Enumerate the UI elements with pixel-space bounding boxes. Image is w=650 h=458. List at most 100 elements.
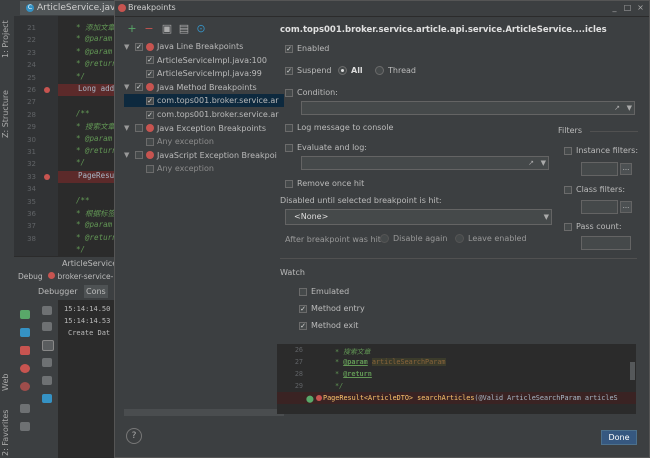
mute-breakpoints-icon[interactable] [20, 382, 30, 391]
tree-horizontal-scrollbar[interactable] [124, 409, 284, 416]
log-message-checkbox[interactable]: Log message to console [285, 123, 393, 132]
soft-wrap-icon[interactable] [42, 340, 54, 351]
tree-checkbox[interactable] [135, 83, 143, 92]
expand-icon[interactable]: ↗ [528, 159, 534, 167]
tree-checkbox[interactable] [146, 164, 154, 173]
instance-filters-checkbox[interactable]: Instance filters: [564, 146, 638, 155]
print-icon[interactable] [42, 376, 52, 385]
method-entry-checkbox[interactable]: Method entry [299, 304, 365, 313]
up-arrow-icon[interactable] [42, 306, 52, 315]
remove-breakpoint-button[interactable]: − [143, 23, 155, 35]
condition-field[interactable]: ↗ ▼ [301, 101, 635, 115]
down-arrow-icon[interactable] [42, 322, 52, 331]
tree-checkbox[interactable] [146, 110, 154, 119]
tree-group[interactable]: ▼ Java Exception Breakpoints [124, 122, 284, 135]
pass-count-field[interactable] [581, 236, 631, 250]
group-by-class-button[interactable]: ⊙ [195, 23, 207, 35]
clear-all-icon[interactable] [42, 394, 52, 403]
done-button[interactable]: Done [601, 430, 637, 445]
instance-filters-browse-button[interactable]: ... [620, 163, 632, 175]
minimize-button[interactable]: _ [609, 3, 620, 13]
add-breakpoint-button[interactable]: + [126, 23, 138, 35]
method-exit-checkbox[interactable]: Method exit [299, 321, 358, 330]
chevron-down-icon[interactable]: ▼ [541, 159, 546, 167]
tree-item[interactable]: com.tops001.broker.service.ar [124, 108, 284, 121]
tree-checkbox[interactable] [146, 137, 154, 146]
stop-icon[interactable] [20, 346, 30, 355]
help-button[interactable]: ? [126, 428, 142, 444]
suspend-thread-radio-button[interactable] [375, 66, 384, 75]
chevron-down-icon[interactable]: ▼ [124, 43, 132, 51]
breakpoints-tree[interactable]: ▼ Java Line Breakpoints ArticleServiceImpl… [124, 38, 284, 413]
method-entry-check[interactable] [299, 304, 307, 313]
remove-once-hit-check[interactable] [285, 179, 293, 188]
tree-item[interactable]: Any exception [124, 162, 284, 175]
tree-group[interactable]: ▼ JavaScript Exception Breakpoi [124, 149, 284, 162]
console-tab[interactable]: Cons [84, 285, 108, 298]
tree-item[interactable]: Any exception [124, 135, 284, 148]
chevron-down-icon[interactable]: ▼ [627, 104, 632, 112]
debugger-tab[interactable]: Debugger [38, 287, 78, 296]
emulated-checkbox[interactable]: Emulated [299, 287, 349, 296]
evaluate-log-checkbox[interactable]: Evaluate and log: [285, 143, 367, 152]
pass-count-checkbox[interactable]: Pass count: [564, 222, 622, 231]
scroll-to-end-icon[interactable] [42, 358, 52, 367]
breadcrumb[interactable]: ArticleService [62, 259, 117, 268]
settings-icon[interactable] [20, 422, 30, 431]
condition-checkbox[interactable]: Condition: [285, 88, 338, 97]
maximize-button[interactable]: □ [622, 3, 633, 13]
expand-icon[interactable]: ↗ [614, 104, 620, 112]
class-filters-browse-button[interactable]: ... [620, 201, 632, 213]
disabled-until-select[interactable]: <None> ▼ [285, 209, 552, 225]
web-tool-tab[interactable]: Web [1, 374, 10, 391]
instance-filters-field[interactable] [581, 162, 618, 176]
leave-enabled-radio-button[interactable] [455, 234, 464, 243]
remove-once-hit-checkbox[interactable]: Remove once hit [285, 179, 364, 188]
resume-icon[interactable] [20, 310, 30, 319]
chevron-down-icon[interactable]: ▼ [544, 213, 549, 221]
breakpoint-icon[interactable] [44, 87, 50, 93]
view-breakpoints-icon[interactable] [20, 364, 30, 373]
condition-check[interactable] [285, 88, 293, 97]
evaluate-log-check[interactable] [285, 143, 293, 152]
class-filters-field[interactable] [581, 200, 618, 214]
tree-item[interactable]: ArticleServiceImpl.java:100 [124, 54, 284, 67]
suspend-checkbox[interactable]: Suspend [285, 66, 331, 75]
pass-count-check[interactable] [564, 222, 572, 231]
chevron-down-icon[interactable]: ▼ [124, 83, 132, 91]
instance-filters-check[interactable] [564, 146, 572, 155]
dialog-titlebar[interactable]: Breakpoints _ □ × [115, 1, 649, 17]
method-exit-check[interactable] [299, 321, 307, 330]
tree-checkbox[interactable] [146, 56, 154, 65]
close-button[interactable]: × [635, 3, 646, 13]
group-by-file-button[interactable]: ▤ [178, 23, 190, 35]
tree-checkbox[interactable] [135, 124, 143, 133]
suspend-check[interactable] [285, 66, 293, 75]
tree-checkbox[interactable] [146, 69, 154, 78]
emulated-check[interactable] [299, 287, 307, 296]
log-message-check[interactable] [285, 123, 293, 132]
enabled-check[interactable] [285, 44, 293, 53]
camera-icon[interactable] [20, 404, 30, 413]
tree-checkbox[interactable] [135, 42, 143, 51]
editor-scrollbar[interactable] [630, 362, 635, 380]
console-output[interactable]: 15:14:14.50 15:14:14.53 Create Dat [58, 300, 120, 458]
code-editor[interactable]: * 添加文章 * @param * @param * @return */ Long ad… [58, 16, 120, 256]
evaluate-log-field[interactable]: ↗ ▼ [301, 156, 549, 170]
suspend-all-radio-button[interactable] [338, 66, 347, 75]
enabled-checkbox[interactable]: Enabled [285, 44, 329, 53]
disable-again-radio-button[interactable] [380, 234, 389, 243]
disable-again-radio[interactable]: Disable again [380, 234, 447, 243]
breakpoint-icon[interactable] [44, 173, 50, 180]
group-by-package-button[interactable]: ▣ [161, 23, 173, 35]
chevron-down-icon[interactable]: ▼ [124, 151, 132, 159]
tree-group[interactable]: ▼ Java Line Breakpoints [124, 40, 284, 53]
chevron-down-icon[interactable]: ▼ [124, 124, 132, 132]
leave-enabled-radio[interactable]: Leave enabled [455, 234, 527, 243]
structure-tool-tab[interactable]: Z: Structure [1, 90, 10, 138]
tree-group[interactable]: ▼ Java Method Breakpoints [124, 81, 284, 94]
pause-icon[interactable] [20, 328, 30, 337]
project-tool-tab[interactable]: 1: Project [1, 20, 10, 58]
class-filters-check[interactable] [564, 185, 572, 194]
favorites-tool-tab[interactable]: 2: Favorites [1, 410, 10, 456]
